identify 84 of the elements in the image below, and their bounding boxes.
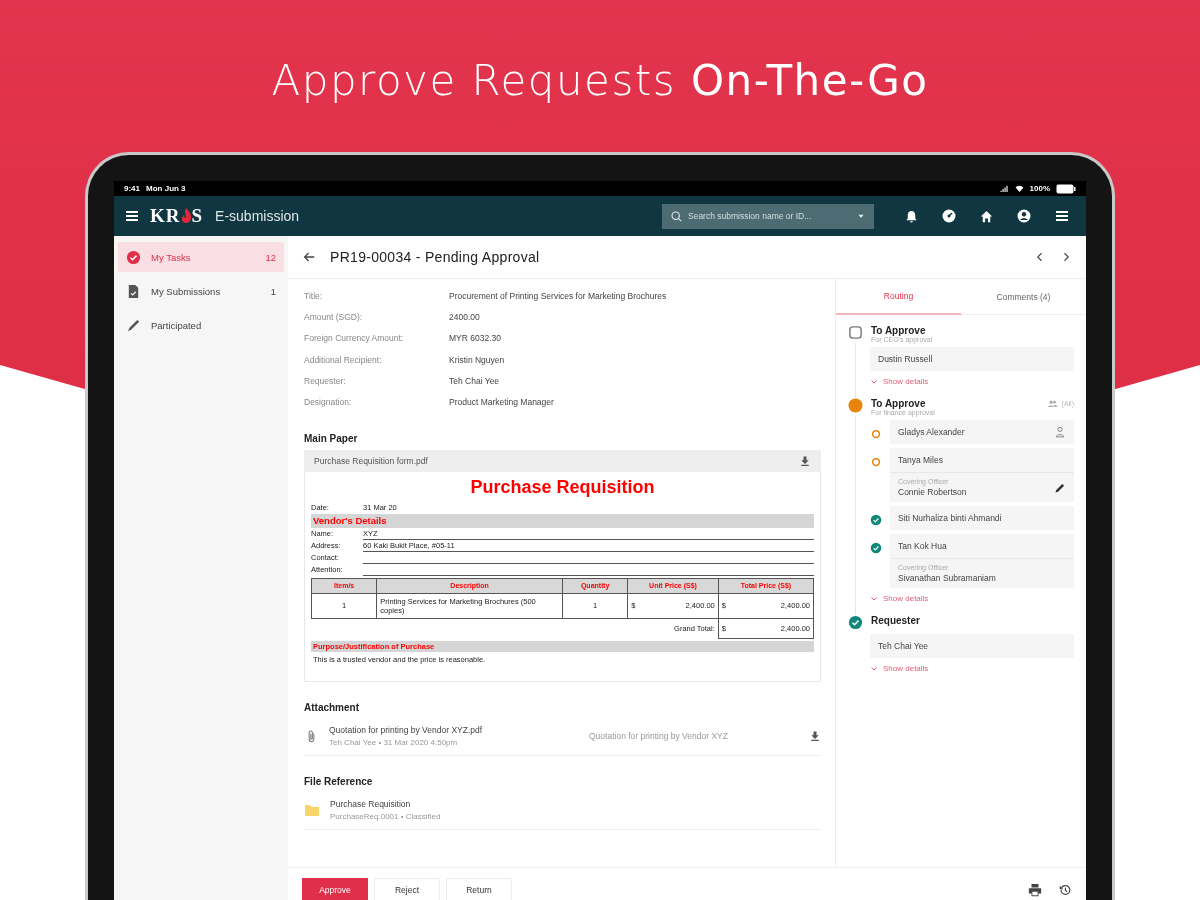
person-icon xyxy=(1054,426,1066,438)
field-value: Procurement of Printing Services for Marketing Brochures xyxy=(449,290,667,301)
status-time: 9:41 xyxy=(124,184,140,193)
signal-icon xyxy=(999,184,1009,193)
sidebar-item[interactable]: My Tasks 12 xyxy=(118,242,284,272)
download-icon xyxy=(809,730,821,743)
approver-name: Teh Chai Yee xyxy=(878,641,929,651)
battery-icon xyxy=(1056,183,1076,194)
covering-name: Sivanathan Subramaniam xyxy=(898,573,996,583)
approve-button[interactable]: Approve xyxy=(302,877,368,900)
headline: Approve Requests On-The-Go xyxy=(271,56,929,107)
step-title: To Approve xyxy=(871,325,926,336)
document-band: Vendor's Details xyxy=(311,513,814,528)
reference-name[interactable]: Purchase Requisition xyxy=(330,799,580,810)
approver-name: Tan Kok Hua xyxy=(898,541,947,551)
logo: KR S xyxy=(150,205,204,227)
page-title: PR19-00034 - Pending Approval xyxy=(330,249,541,265)
dashboard-icon xyxy=(941,208,957,224)
attachment-description: Quotation for printing by Vendor XYZ xyxy=(589,731,729,742)
step-status-dot-icon xyxy=(848,398,863,413)
approved-check-icon xyxy=(870,514,882,526)
approved-check-icon xyxy=(870,542,882,554)
attachment-name[interactable]: Quotation for printing by Vendor XYZ.pdf xyxy=(329,725,579,736)
chevron-icon xyxy=(870,594,878,603)
field-label: Designation: xyxy=(304,397,353,408)
sidebar-item[interactable]: Participated xyxy=(118,310,284,340)
file-name: Purchase Requisition form.pdf xyxy=(314,455,428,466)
section-title: Attachment xyxy=(304,702,360,714)
field-value: Teh Chai Yee xyxy=(449,375,500,386)
status-date: Mon Jun 3 xyxy=(146,184,186,193)
chevron-icon xyxy=(870,377,878,386)
show-details-link[interactable]: Show details xyxy=(870,375,1074,388)
pen-icon xyxy=(126,317,141,333)
pencil-icon xyxy=(1054,481,1066,494)
approver-name: Tanya Miles xyxy=(898,455,943,465)
approver-name: Siti Nurhaliza binti Ahmandi xyxy=(898,513,1002,523)
step-checkbox-icon xyxy=(848,325,863,340)
pending-ring-icon xyxy=(870,428,882,440)
document-heading: Purchase Requisition xyxy=(469,475,656,499)
section-title: File Reference xyxy=(304,776,374,788)
step-check-icon xyxy=(848,615,863,630)
battery-level: 100% xyxy=(1029,184,1050,193)
menu-icon xyxy=(1054,208,1070,224)
menu-icon xyxy=(124,208,140,224)
section-title: Main Paper xyxy=(304,432,359,444)
back-arrow-icon xyxy=(302,250,316,264)
download-icon xyxy=(799,454,811,467)
sidebar-item[interactable]: My Submissions 1 xyxy=(118,276,284,306)
field-label: Amount (SGD): xyxy=(304,311,364,322)
show-details-link[interactable]: Show details xyxy=(870,592,1074,605)
wifi-icon xyxy=(1014,184,1024,193)
field-label: Foreign Currency Amount: xyxy=(304,333,405,344)
people-icon xyxy=(1046,398,1058,409)
field-value: 2400.00 xyxy=(449,311,480,322)
step-title: To Approve xyxy=(871,398,926,409)
search-field[interactable]: Search submission name or ID... xyxy=(662,203,874,229)
folder-icon xyxy=(304,802,320,819)
app-name: E-submission xyxy=(215,208,300,224)
bell-icon xyxy=(904,208,919,224)
logo-mark-icon xyxy=(180,207,192,225)
step-title: Requester xyxy=(871,615,921,626)
search-icon xyxy=(670,209,683,223)
field-value: Kristin Nguyen xyxy=(449,354,505,365)
approver-name: Gladys Alexander xyxy=(898,427,965,437)
action-button[interactable]: Return xyxy=(446,877,512,900)
chevron-icon xyxy=(870,664,878,673)
field-label: Title: xyxy=(304,290,324,301)
action-button[interactable]: Reject xyxy=(374,877,440,900)
document-icon xyxy=(126,283,141,299)
reference-meta: PurchaseReq.0001 • Classified xyxy=(330,812,442,822)
print-icon xyxy=(1028,883,1042,897)
field-label: Requester: xyxy=(304,375,347,386)
field-value: MYR 6032.30 xyxy=(449,333,501,344)
attachment-meta: Teh Chai Yee • 31 Mar 2020 4:50pm xyxy=(329,738,459,748)
pending-ring-icon xyxy=(870,456,882,468)
home-icon xyxy=(979,208,994,224)
field-value: Product Marketing Manager xyxy=(449,397,554,408)
check-circle-icon xyxy=(126,249,141,265)
approver-name: Dustin Russell xyxy=(878,354,933,364)
account-icon xyxy=(1016,208,1032,224)
covering-name: Connie Robertson xyxy=(898,487,967,497)
history-icon xyxy=(1058,883,1072,897)
show-details-link[interactable]: Show details xyxy=(870,662,1074,675)
field-label: Additional Recipient: xyxy=(304,354,383,365)
